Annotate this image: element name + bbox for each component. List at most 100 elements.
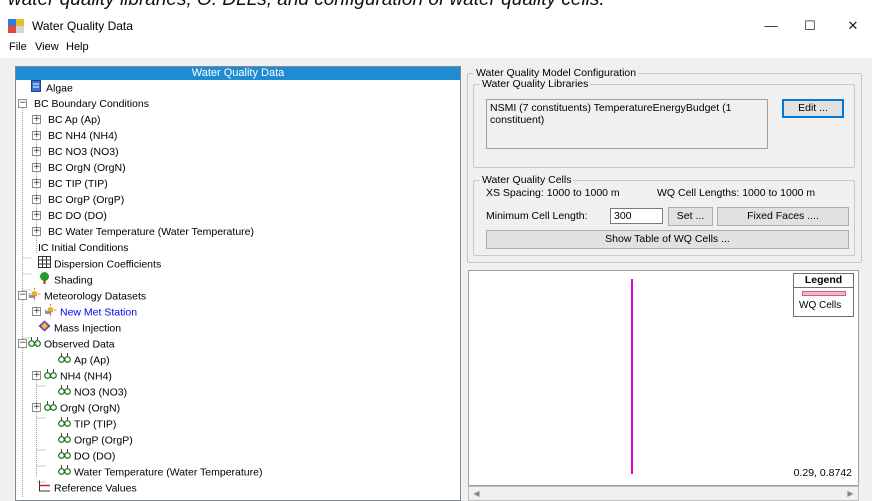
tree-item-label: Observed Data (44, 338, 115, 351)
min-cell-length-input[interactable]: 300 (610, 208, 663, 224)
fixed-faces-button[interactable]: Fixed Faces .... (717, 207, 849, 226)
tree-item[interactable]: Dispersion Coefficients (38, 256, 161, 272)
tree-item-label: New Met Station (60, 306, 138, 319)
tree-item-label: Ap (Ap) (74, 354, 110, 367)
tree-expander-16[interactable]: − (18, 339, 27, 348)
tree-item-label: BC NO3 (NO3) (48, 146, 119, 158)
tree-item[interactable]: DO (DO) (58, 448, 115, 464)
tree-item-label: DO (DO) (74, 450, 116, 463)
tree-item-label: BC Water Temperature (Water Temperature) (48, 226, 254, 238)
scroll-right-icon[interactable]: ▶ (843, 487, 858, 500)
tree-item[interactable]: BC OrgP (OrgP) (48, 192, 124, 208)
tree-expander-1[interactable]: − (18, 99, 27, 108)
binoculars-icon (58, 448, 71, 465)
legend-swatch (802, 291, 846, 296)
tree-item[interactable]: BC NO3 (NO3) (48, 144, 119, 160)
tree-item-label: BC NH4 (NH4) (48, 130, 118, 142)
tree-item-label: Water Temperature (Water Temperature) (74, 466, 263, 479)
set-cell-length-button[interactable]: Set ... (668, 207, 713, 226)
tree-item[interactable]: Shading (38, 272, 93, 288)
binoculars-icon (44, 400, 57, 417)
water-quality-tree[interactable]: Water Quality Data Algae − BC Boundary Con… (15, 66, 461, 501)
close-button[interactable]: ✕ (838, 16, 868, 36)
binoculars-icon (58, 384, 71, 401)
tree-item[interactable]: Ap (Ap) (58, 352, 110, 368)
show-wq-cells-table-button[interactable]: Show Table of WQ Cells ... (486, 230, 849, 249)
tree-item-label: TIP (TIP) (74, 418, 117, 431)
tree-item-label: OrgN (OrgN) (60, 402, 121, 415)
tree-item[interactable]: OrgN (OrgN) (44, 400, 120, 416)
menu-help[interactable]: Help (66, 41, 89, 53)
binoculars-icon (58, 352, 71, 369)
binoculars-icon (58, 464, 71, 481)
tree-expander-6[interactable]: + (32, 179, 41, 188)
tree-item[interactable]: Water Temperature (Water Temperature) (58, 464, 262, 480)
xs-spacing-text: XS Spacing: 1000 to 1000 m (486, 187, 620, 199)
tree-item[interactable]: NH4 (NH4) (44, 368, 112, 384)
wq-cells-line (631, 279, 633, 474)
binoculars-icon (58, 416, 71, 433)
tree-item[interactable]: TIP (TIP) (58, 416, 116, 432)
scroll-left-icon[interactable]: ◀ (469, 487, 484, 500)
min-cell-length-label: Minimum Cell Length: (486, 210, 588, 222)
tree-item[interactable]: Meteorology Datasets (28, 288, 146, 304)
weather-icon (28, 288, 41, 305)
cursor-coordinates: 0.29, 0.8742 (793, 467, 852, 479)
tree-expander-18[interactable]: + (32, 371, 41, 380)
tree-item[interactable]: BC Ap (Ap) (48, 112, 101, 128)
caption-strip: water quality libraries, O. DLLs, and co… (0, 0, 872, 14)
tree-expander-20[interactable]: + (32, 403, 41, 412)
maximize-button[interactable]: ☐ (795, 16, 825, 36)
libraries-text: NSMI (7 constituents) TemperatureEnergyB… (490, 102, 732, 126)
tree-item-label: OrgP (OrgP) (74, 434, 133, 447)
tree-item[interactable]: NO3 (NO3) (58, 384, 127, 400)
tree-item[interactable]: Observed Data (28, 336, 115, 352)
tree-item[interactable]: BC Water Temperature (Water Temperature) (48, 224, 254, 240)
tree-item-label: BC Ap (Ap) (48, 114, 101, 126)
diamond-icon (38, 320, 51, 337)
plot-legend: Legend WQ Cells (793, 273, 854, 317)
tree-expander-5[interactable]: + (32, 163, 41, 172)
tree-expander-9[interactable]: + (32, 227, 41, 236)
tree-item[interactable]: BC Boundary Conditions (34, 96, 149, 112)
weather-icon (44, 304, 57, 321)
tree-item[interactable]: OrgP (OrgP) (58, 432, 133, 448)
tree-header: Water Quality Data (16, 67, 460, 80)
tree-item[interactable]: BC DO (DO) (48, 208, 107, 224)
tree-item[interactable]: New Met Station (44, 304, 137, 320)
tree-item[interactable]: BC NH4 (NH4) (48, 128, 117, 144)
wq-cells-group: Water Quality Cells XS Spacing: 1000 to … (473, 174, 855, 256)
wq-libraries-group: Water Quality Libraries NSMI (7 constitu… (473, 78, 855, 168)
minimize-button[interactable]: — (756, 16, 786, 36)
tree-expander-2[interactable]: + (32, 115, 41, 124)
tree-expander-14[interactable]: + (32, 307, 41, 316)
title-bar: Water Quality Data — ☐ ✕ (0, 14, 872, 38)
tree-expander-3[interactable]: + (32, 131, 41, 140)
tree-item[interactable]: Reference Values (38, 480, 137, 496)
tree-expander-7[interactable]: + (32, 195, 41, 204)
tree-item[interactable]: IC Initial Conditions (38, 240, 128, 256)
tree-item[interactable]: BC OrgN (OrgN) (48, 160, 126, 176)
tree-expander-8[interactable]: + (32, 211, 41, 220)
caption-text: water quality libraries, O. DLLs, and co… (8, 0, 605, 11)
menu-file[interactable]: File (9, 41, 27, 53)
tree-item-label: BC OrgP (OrgP) (48, 194, 125, 206)
edit-libraries-button[interactable]: Edit ... (782, 99, 844, 118)
tree-item-label: Algae (46, 82, 73, 95)
tree-expander-13[interactable]: − (18, 291, 27, 300)
plot-vertical-scrollbar[interactable] (862, 270, 872, 501)
tree-item[interactable]: BC TIP (TIP) (48, 176, 108, 192)
tree-item-label: Meteorology Datasets (44, 290, 147, 303)
tree-item-label: Mass Injection (54, 322, 122, 335)
app-icon (8, 19, 24, 33)
wq-cells-plot[interactable]: Legend WQ Cells 0.29, 0.8742 (468, 270, 859, 486)
legend-label-wq-cells: WQ Cells (799, 300, 842, 311)
tree-expander-4[interactable]: + (32, 147, 41, 156)
plot-horizontal-scrollbar[interactable]: ◀ ▶ (468, 486, 859, 501)
menu-view[interactable]: View (35, 41, 59, 53)
tree-item[interactable]: Mass Injection (38, 320, 121, 336)
app-window: Water Quality Data — ☐ ✕ File View Help … (0, 14, 872, 501)
libraries-text-box: NSMI (7 constituents) TemperatureEnergyB… (486, 99, 768, 149)
tree-item-label: BC DO (DO) (48, 210, 107, 222)
tree-item[interactable]: Algae (30, 80, 73, 96)
